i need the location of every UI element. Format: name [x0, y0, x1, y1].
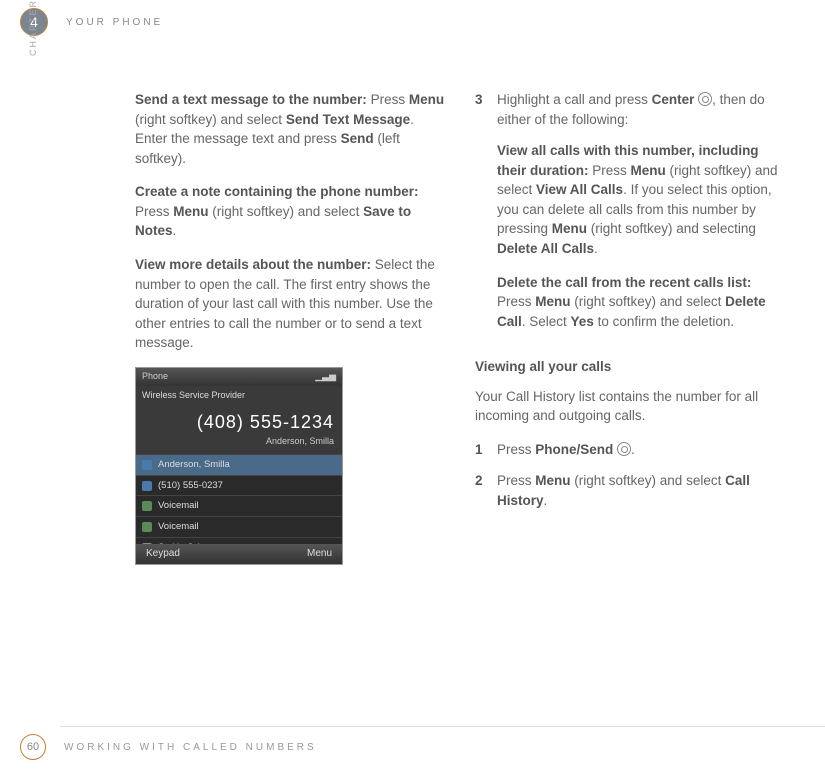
phone-provider: Wireless Service Provider: [136, 386, 342, 405]
subheading-viewing-calls: Viewing all your calls: [475, 357, 787, 377]
call-type-icon: [142, 481, 152, 491]
phone-call-row: Voicemail: [136, 495, 342, 516]
para-call-history-desc: Your Call History list contains the numb…: [475, 387, 787, 426]
call-type-icon: [142, 460, 152, 470]
phone-send-button-icon: [617, 442, 631, 456]
step-number: 3: [475, 90, 497, 345]
call-row-text: (510) 555-0237: [158, 479, 223, 493]
step-number: 1: [475, 440, 497, 460]
step-2: 2 Press Menu (right softkey) and select …: [475, 471, 787, 510]
page-header: 4 YOUR PHONE: [20, 8, 163, 36]
para-send-text: Send a text message to the number: Press…: [135, 90, 447, 168]
para-lead: Create a note containing the phone numbe…: [135, 184, 419, 199]
page-number-badge: 60: [20, 734, 46, 760]
phone-call-row: Voicemail: [136, 516, 342, 537]
step-3-option-delete: Delete the call from the recent calls li…: [497, 273, 787, 332]
call-type-icon: [142, 522, 152, 532]
call-row-text: Voicemail: [158, 499, 199, 513]
right-column: 3 Highlight a call and press Center , th…: [475, 90, 787, 565]
para-lead: Send a text message to the number:: [135, 92, 367, 107]
para-lead: View more details about the number:: [135, 257, 371, 272]
phone-call-row: (510) 555-0237: [136, 475, 342, 496]
phone-selected-contact: (408) 555-1234 Anderson, Smilla: [136, 405, 342, 454]
call-row-text: Voicemail: [158, 520, 199, 534]
step-text: Highlight a call and press Center , then…: [497, 90, 787, 345]
step-1: 1 Press Phone/Send .: [475, 440, 787, 460]
phone-softkey-bar: Keypad Menu: [136, 544, 342, 564]
step-number: 2: [475, 471, 497, 510]
page-footer: 60 WORKING WITH CALLED NUMBERS: [20, 734, 317, 760]
phone-selected-number: (408) 555-1234: [144, 409, 334, 435]
content-area: Send a text message to the number: Press…: [135, 90, 787, 565]
step-text: Press Phone/Send .: [497, 440, 787, 460]
header-title: YOUR PHONE: [66, 17, 163, 28]
signal-icon: ▁▃▅: [315, 370, 336, 383]
footer-title: WORKING WITH CALLED NUMBERS: [64, 742, 317, 753]
phone-call-list: Anderson, Smilla (510) 555-0237 Voicemail V…: [136, 454, 342, 558]
phone-app-label: Phone: [142, 370, 168, 383]
phone-screenshot: Phone ▁▃▅ Wireless Service Provider (408…: [135, 367, 343, 565]
call-row-text: Anderson, Smilla: [158, 458, 230, 472]
para-create-note: Create a note containing the phone numbe…: [135, 182, 447, 241]
phone-softkey-right: Menu: [307, 547, 332, 562]
center-button-icon: [698, 92, 712, 106]
chapter-side-label: CHAPTER: [28, 0, 38, 56]
step-3-option-view-all: View all calls with this number, includi…: [497, 141, 787, 258]
step-text: Press Menu (right softkey) and select Ca…: [497, 471, 787, 510]
call-type-icon: [142, 501, 152, 511]
phone-statusbar: Phone ▁▃▅: [136, 368, 342, 386]
step-3: 3 Highlight a call and press Center , th…: [475, 90, 787, 345]
phone-softkey-left: Keypad: [146, 547, 180, 562]
phone-selected-name: Anderson, Smilla: [144, 435, 334, 448]
phone-call-row: Anderson, Smilla: [136, 454, 342, 475]
left-column: Send a text message to the number: Press…: [135, 90, 447, 565]
para-view-details: View more details about the number: Sele…: [135, 255, 447, 353]
